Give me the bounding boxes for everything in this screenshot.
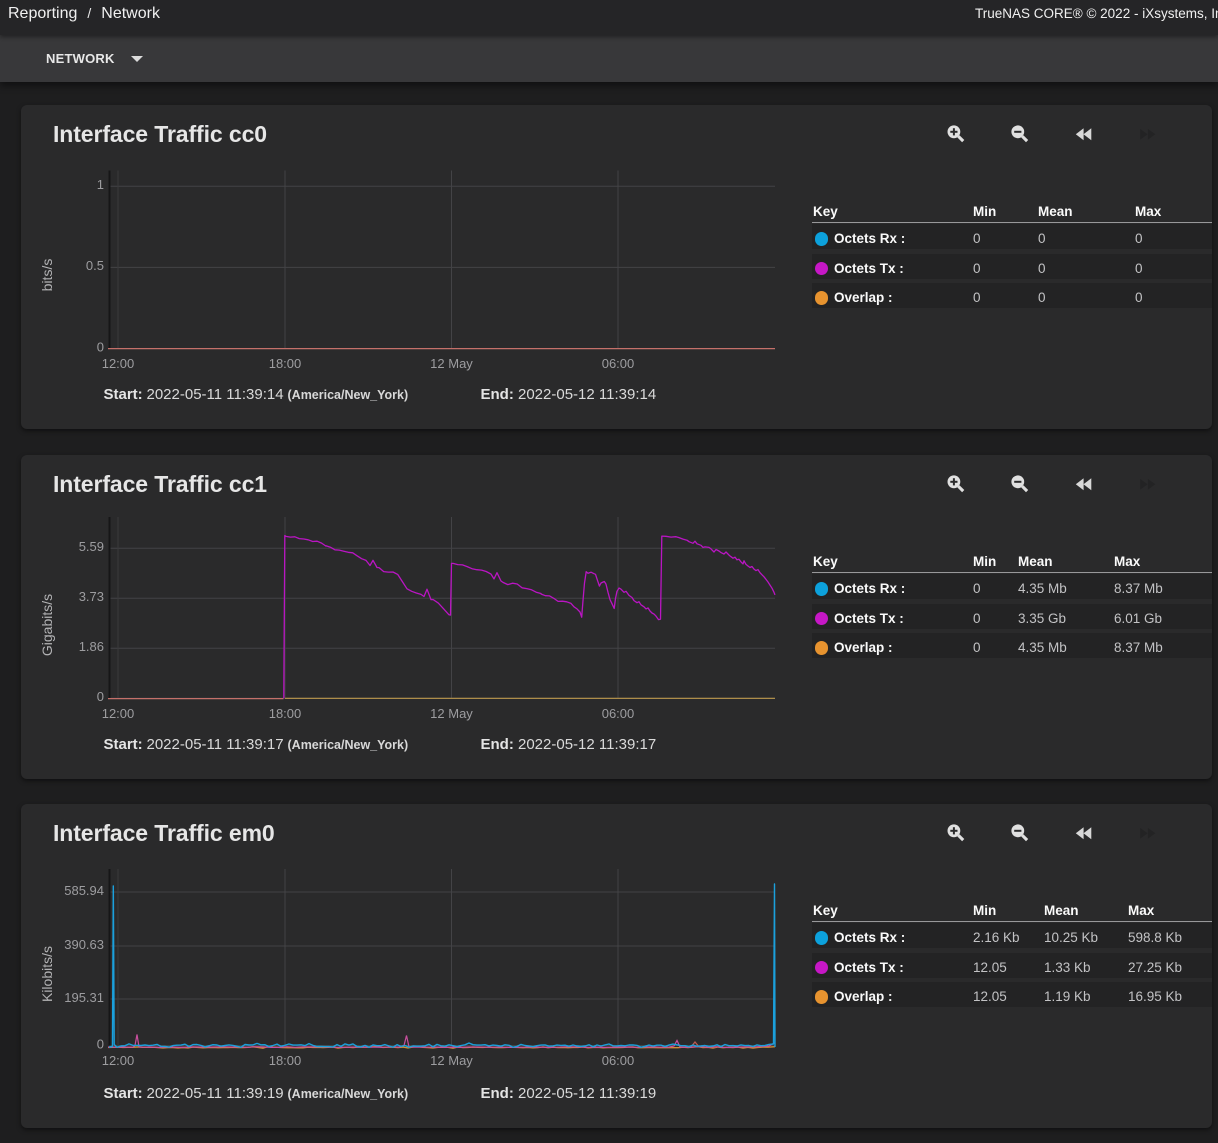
svg-text:06:00: 06:00 [602,1053,635,1068]
svg-text:390.63: 390.63 [64,937,104,952]
svg-text:12:00: 12:00 [102,356,135,371]
svg-text:06:00: 06:00 [602,706,635,721]
svg-text:1.86: 1.86 [79,639,104,654]
svg-text:0.5: 0.5 [86,258,104,273]
svg-text:Kilobits/s: Kilobits/s [39,946,55,1002]
svg-text:0: 0 [97,1036,104,1051]
svg-text:12:00: 12:00 [102,1053,135,1068]
svg-text:12 May: 12 May [430,706,473,721]
svg-text:06:00: 06:00 [602,356,635,371]
svg-text:18:00: 18:00 [269,706,302,721]
svg-text:5.59: 5.59 [79,539,104,554]
svg-text:bits/s: bits/s [39,259,55,292]
svg-text:195.31: 195.31 [64,990,104,1005]
svg-text:Gigabits/s: Gigabits/s [39,594,55,656]
svg-text:18:00: 18:00 [269,356,302,371]
svg-text:0: 0 [97,689,104,704]
svg-text:18:00: 18:00 [269,1053,302,1068]
svg-text:12 May: 12 May [430,1053,473,1068]
svg-text:1: 1 [97,177,104,192]
svg-text:12:00: 12:00 [102,706,135,721]
svg-text:0: 0 [97,339,104,354]
svg-text:3.73: 3.73 [79,589,104,604]
svg-text:585.94: 585.94 [64,883,104,898]
svg-text:12 May: 12 May [430,356,473,371]
